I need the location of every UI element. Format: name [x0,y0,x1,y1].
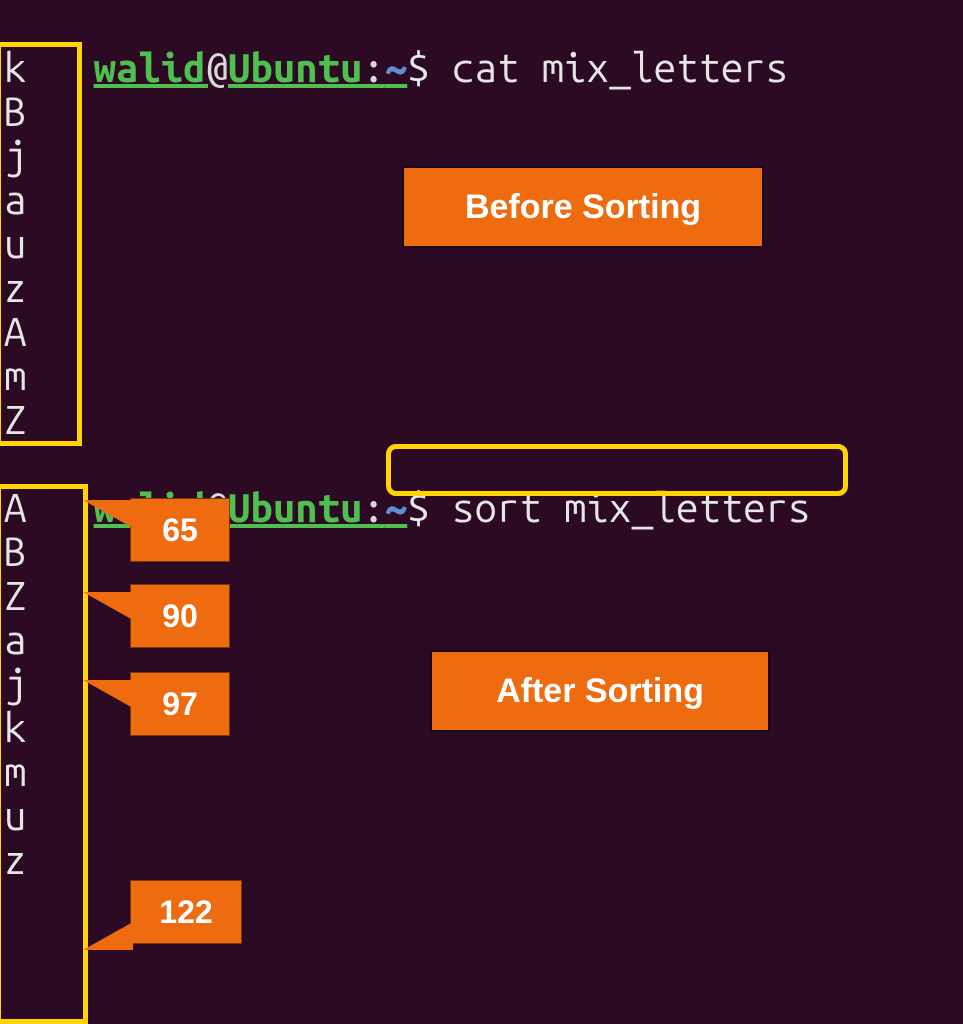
output-char: j [4,133,26,178]
output-line: z [0,266,963,310]
ascii-callout-Z: 90 [130,584,230,648]
output-char: j [4,661,26,706]
before-sorting-label: Before Sorting [465,188,701,227]
prompt-line-2[interactable]: walid@Ubuntu:~$ sort mix_letters [0,442,963,486]
ascii-value: 97 [162,686,198,723]
output-char: a [4,617,26,662]
output-char: m [4,749,26,794]
before-sorting-badge: Before Sorting [404,168,762,246]
output-char: Z [4,573,26,618]
ascii-value: 65 [162,512,198,549]
output-char: A [4,309,26,354]
output-line: Z [0,398,963,442]
terminal: walid@Ubuntu:~$ cat mix_letters k B j a … [0,0,963,1024]
prompt-line-1[interactable]: walid@Ubuntu:~$ cat mix_letters [0,2,963,46]
output-char: m [4,353,26,398]
output-char: a [4,177,26,222]
output-char: k [4,45,26,90]
output-line: B [0,90,963,134]
output-char: u [4,793,26,838]
after-sorting-label: After Sorting [496,672,704,711]
ascii-value: 90 [162,598,198,635]
output-line: A [0,310,963,354]
output-char: u [4,221,26,266]
output-line: z [0,838,963,882]
output-char: B [4,89,26,134]
output-line: m [0,750,963,794]
output-line: u [0,794,963,838]
output-char: B [4,529,26,574]
output-char: Z [4,397,26,442]
after-sorting-badge: After Sorting [432,652,768,730]
ascii-value: 122 [159,894,212,931]
output-char: k [4,705,26,750]
output-char: A [4,485,26,530]
ascii-callout-A: 65 [130,498,230,562]
output-char: z [4,265,26,310]
output-char: z [4,837,26,882]
output-line: m [0,354,963,398]
ascii-callout-a: 97 [130,672,230,736]
output-line: k [0,46,963,90]
ascii-callout-z: 122 [130,880,242,944]
